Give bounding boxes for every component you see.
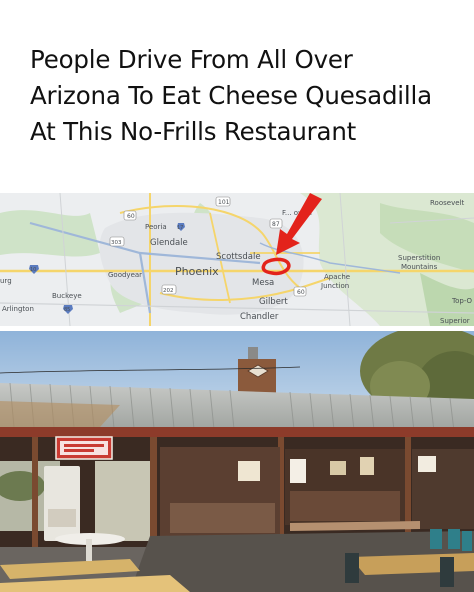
map-label-scottsdale: Scottsdale [216, 252, 261, 262]
map-label-buckeye: Buckeye [52, 292, 82, 300]
shield-17: 17 [177, 225, 183, 231]
restaurant-photo [0, 331, 474, 592]
menu-board [238, 461, 260, 481]
map-label-roosevelt: Roosevelt [430, 199, 464, 207]
shield-87: 87 [272, 221, 280, 228]
map-label-phoenix: Phoenix [175, 265, 219, 278]
headline: People Drive From All Over Arizona To Ea… [30, 42, 460, 150]
headline-line-2: Arizona To Eat Cheese Quesadilla [30, 81, 432, 110]
menu-board [418, 456, 436, 472]
map-label-apache-junction-2: Junction [320, 282, 349, 290]
shield-10: 10 [30, 267, 36, 273]
map-label-mesa: Mesa [252, 278, 274, 288]
headline-line-1: People Drive From All Over [30, 45, 353, 74]
map-label-burg: urg [0, 277, 12, 285]
map-label-superstition-2: Mountains [401, 263, 438, 271]
shield-85: 85 [64, 307, 70, 313]
map-label-arlington: Arlington [2, 305, 34, 313]
shield-60-east: 60 [297, 289, 305, 296]
map-label-gilbert: Gilbert [259, 297, 288, 307]
menu-board [290, 459, 306, 483]
map-image: Peoria Glendale Scottsdale Phoenix Goody… [0, 193, 474, 326]
map-label-superior: Superior [440, 317, 470, 325]
map-label-goodyear: Goodyear [108, 271, 142, 279]
shield-60: 60 [127, 213, 135, 220]
restaurant-sign [55, 436, 113, 460]
headline-line-3: At This No-Frills Restaurant [30, 117, 357, 146]
map-label-chandler: Chandler [240, 312, 279, 322]
map-label-glendale: Glendale [150, 238, 188, 248]
shield-101: 101 [218, 199, 230, 206]
map-label-superstition-1: Superstition [398, 254, 440, 262]
shield-303: 303 [111, 240, 122, 246]
map-label-top-o: Top-O [451, 297, 473, 305]
map-label-peoria: Peoria [145, 223, 167, 231]
map-label-apache-junction-1: Apache [324, 273, 350, 281]
shield-202: 202 [163, 288, 174, 294]
